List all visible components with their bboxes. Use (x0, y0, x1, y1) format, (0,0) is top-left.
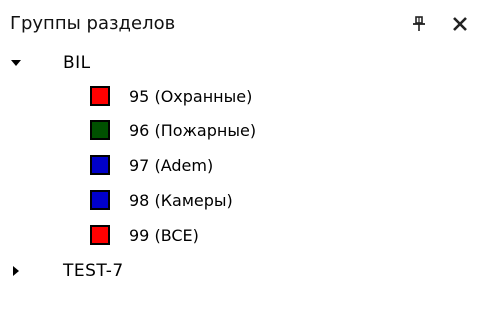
panel-header: Группы разделов (0, 0, 479, 36)
tree-item[interactable]: 96 (Пожарные) (0, 114, 479, 148)
triangle-down-icon[interactable] (8, 46, 24, 80)
tree-item-label: 99 (BCE) (129, 226, 199, 245)
tree-item[interactable]: 95 (Охранные) (0, 80, 479, 114)
color-swatch (90, 190, 110, 210)
color-swatch (90, 120, 110, 140)
tree-item-label: 95 (Охранные) (129, 87, 253, 106)
tree-node-label: BIL (63, 53, 91, 73)
panel-title: Группы разделов (10, 13, 176, 34)
tree-item-label: 98 (Камеры) (129, 191, 233, 210)
tree-node-bil[interactable]: BIL (0, 46, 479, 80)
tree-node-label: TEST-7 (63, 261, 124, 281)
close-icon[interactable] (448, 12, 472, 36)
tree-node-test-7[interactable]: TEST-7 (0, 254, 479, 288)
section-groups-tree: BIL 95 (Охранные) 96 (Пожарные) 97 (Adem… (0, 36, 479, 325)
color-swatch (90, 225, 110, 245)
tree-item[interactable]: 99 (BCE) (0, 219, 479, 253)
tree-item-label: 96 (Пожарные) (129, 121, 257, 140)
tree-item-label: 97 (Adem) (129, 156, 214, 175)
color-swatch (90, 86, 110, 106)
color-swatch (90, 155, 110, 175)
pin-icon[interactable] (409, 14, 429, 34)
triangle-right-icon[interactable] (8, 254, 24, 288)
tree-item[interactable]: 97 (Adem) (0, 149, 479, 183)
tree-item[interactable]: 98 (Камеры) (0, 184, 479, 218)
